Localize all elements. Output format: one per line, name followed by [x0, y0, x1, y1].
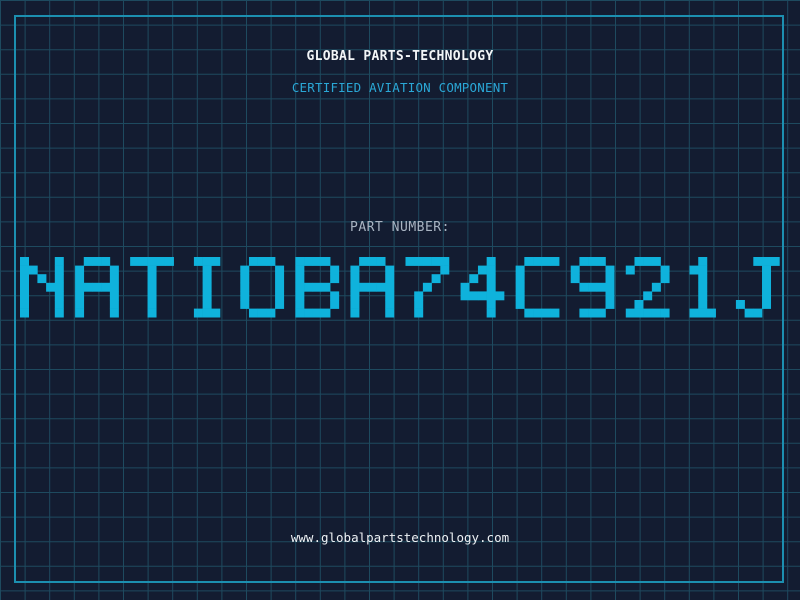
part-number-char [130, 257, 174, 318]
part-number-char [689, 257, 716, 318]
part-number-char [405, 257, 450, 318]
part-number-char [20, 257, 64, 318]
website-url: www.globalpartstechnology.com [290, 530, 510, 545]
certification-subtitle: CERTIFIED AVIATION COMPONENT [291, 80, 509, 95]
part-number-char [735, 257, 780, 318]
part-number-char [515, 257, 560, 318]
part-number-label: PART NUMBER: [350, 220, 450, 235]
part-number-char [240, 257, 285, 318]
part-number-char [193, 257, 221, 318]
part-number-char [625, 257, 670, 318]
brand-name: GLOBAL PARTS-TECHNOLOGY [306, 49, 494, 64]
part-number-value [20, 257, 780, 318]
part-number-char [295, 257, 340, 318]
part-number-char [350, 257, 395, 318]
part-number-display [0, 255, 800, 345]
part-number-char [75, 257, 119, 318]
part-number-char [460, 257, 505, 318]
part-number-char [570, 257, 615, 318]
